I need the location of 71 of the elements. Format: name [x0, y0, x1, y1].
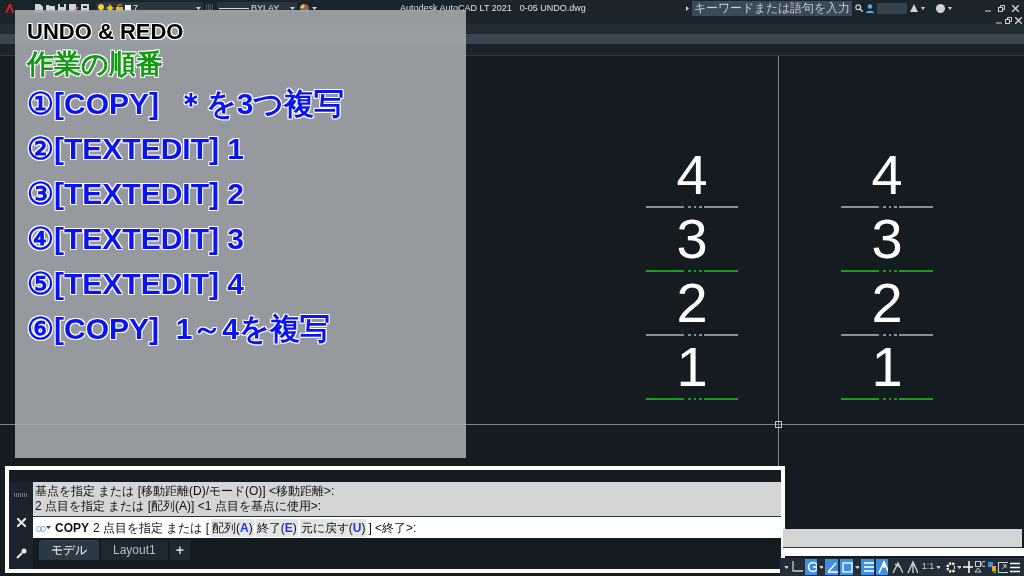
- caret-icon[interactable]: [686, 5, 689, 11]
- command-input-field[interactable]: COPY 2 点目を指定 または [ 配列(A) 終了(E) 元に戻す(U) ] <終了>:: [33, 517, 781, 538]
- caret-icon[interactable]: [819, 565, 824, 569]
- close-icon[interactable]: [16, 517, 26, 527]
- command-option[interactable]: 終了(E): [255, 518, 298, 537]
- step-text: ①[COPY] ＊を3つ複写: [27, 86, 345, 122]
- search-icon[interactable]: [855, 4, 863, 12]
- fullscreen-icon[interactable]: [998, 561, 1009, 573]
- layout-tab[interactable]: モデル: [39, 540, 99, 560]
- annotation-icon[interactable]: [875, 559, 889, 575]
- ucs-icon[interactable]: [789, 559, 803, 575]
- menu-icon[interactable]: [1010, 561, 1020, 573]
- caret-icon[interactable]: [948, 6, 952, 10]
- caret-icon[interactable]: [854, 565, 859, 569]
- grip-icon[interactable]: [14, 492, 28, 497]
- close-icon[interactable]: [1015, 16, 1022, 24]
- number-label: 3: [871, 210, 903, 268]
- step-text: ③[TEXTEDIT] 2: [27, 176, 244, 212]
- number-label: 1: [676, 338, 708, 396]
- command-name: COPY: [55, 519, 89, 537]
- restore-icon[interactable]: [998, 4, 1005, 12]
- hardware-acceleration-icon[interactable]: [986, 561, 997, 573]
- number-label: 2: [871, 274, 903, 332]
- user-icon[interactable]: [866, 3, 874, 13]
- caret-icon[interactable]: [936, 565, 941, 569]
- caret-icon[interactable]: [921, 6, 925, 10]
- step-text: ④[TEXTEDIT] 3: [27, 221, 244, 257]
- step-text: ⑤[TEXTEDIT] 4: [27, 266, 244, 302]
- polar-icon[interactable]: [804, 559, 818, 575]
- history-line: 2 点目を指定 または [配列(A)] <1 点目を基点に使用>:: [35, 499, 322, 514]
- number-label: 4: [676, 146, 708, 204]
- help-icon[interactable]: [936, 3, 945, 13]
- scale-label[interactable]: 1:1: [921, 560, 935, 574]
- sun-icon: [106, 4, 114, 12]
- number-label: 2: [676, 274, 708, 332]
- linetype-icon[interactable]: [206, 3, 214, 13]
- overlay-subtitle: 作業の順番: [27, 48, 163, 80]
- restore-icon[interactable]: [1005, 16, 1012, 24]
- prompt-text: ] <終了>:: [368, 519, 417, 537]
- number-label: 1: [871, 338, 903, 396]
- number-label: 3: [676, 210, 708, 268]
- step-text: ②[TEXTEDIT] 1: [27, 131, 244, 167]
- caret-icon[interactable]: [784, 565, 788, 569]
- isolate-icon[interactable]: [975, 561, 985, 573]
- prompt-text: 2 点目を指定 または [: [93, 519, 210, 537]
- add-layout-button[interactable]: +: [169, 540, 190, 560]
- layer-name: 7: [133, 3, 139, 13]
- step-text: ⑥[COPY] 1～4を複写: [27, 311, 331, 347]
- overlay-title: UNDO & REDO: [27, 20, 184, 44]
- close-icon[interactable]: [1012, 4, 1019, 12]
- pickbox: [775, 421, 782, 428]
- command-option[interactable]: 元に戻す(U): [299, 518, 367, 537]
- logo-icon[interactable]: [4, 2, 15, 14]
- history-line: 基点を指定 または [移動距離(D)/モード(O)] <移動距離>:: [35, 484, 335, 499]
- line-sample: [219, 7, 249, 9]
- annotation-scale-icon[interactable]: [890, 559, 903, 575]
- wrench-icon[interactable]: [15, 547, 27, 559]
- caret-icon[interactable]: [957, 565, 962, 569]
- file-name: 0-05 UNDO.dwg: [519, 3, 586, 13]
- angle-icon[interactable]: [825, 559, 839, 575]
- sign-in-field[interactable]: [877, 2, 907, 14]
- search-field[interactable]: キーワードまたは語句を入力: [692, 0, 852, 16]
- plus-icon[interactable]: [963, 561, 973, 573]
- number-label: 4: [871, 146, 903, 204]
- annotation-visibility-icon[interactable]: [904, 559, 918, 575]
- command-option[interactable]: 配列(A): [211, 518, 254, 537]
- settings-icon[interactable]: [945, 560, 956, 574]
- bulb-icon: [98, 4, 104, 12]
- layout-tab[interactable]: Layout1: [101, 540, 168, 560]
- lineweight-icon[interactable]: [860, 559, 874, 575]
- network-icon[interactable]: [910, 4, 918, 12]
